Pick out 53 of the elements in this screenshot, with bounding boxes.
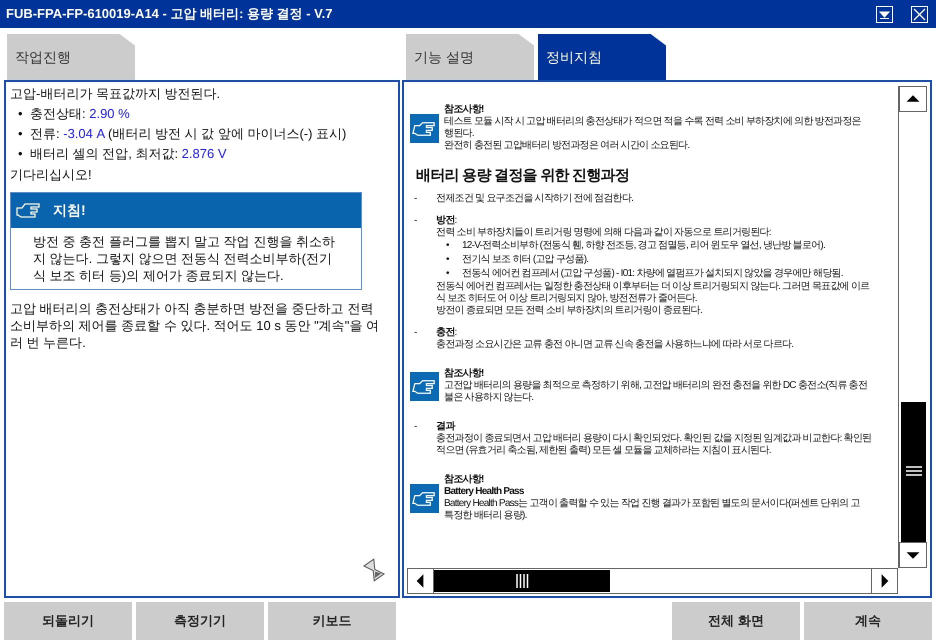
text-line: 완전히 충전된 고압배터리 방전과정은 여러 시간이 소요된다. <box>444 140 690 152</box>
text-line: 충전과정이 종료되면서 고압 배터리 용량이 다시 확인되었다. 확인된 값을 지정된 임계값과 비교한다: 확인된 <box>436 433 872 445</box>
tab[interactable]: 정비지침 <box>538 34 666 80</box>
text-line: 방전: <box>436 215 457 227</box>
section-heading: 배터리 용량 결정을 위한 진행과정 <box>415 170 630 182</box>
text-line: 식 보조 히터도 어 이상 트리거링되지 않아, 방전전류가 줄어든다. <box>436 293 697 305</box>
text-line: 충전: <box>436 327 457 339</box>
text-line: 불은 사용하지 않는다. <box>444 392 534 404</box>
dash-marker: - <box>414 327 418 339</box>
dash-marker: - <box>414 421 418 433</box>
bullet-marker: • <box>18 145 24 163</box>
note-title: 참조사항! <box>444 368 484 380</box>
text-line: 충전과정 소요시간은 교류 충전 아니면 교류 신속 충전을 사용하느냐에 따라 서로 다르다. <box>436 339 794 351</box>
text-line: 전동식 에어컨 컴프레서는 일정한 충전상태 이후부터는 더 이상 트리거링되지 않는다. 그러면 목표값에 이르 <box>436 281 870 293</box>
note-title: 참조사항! <box>444 474 484 486</box>
text-line: Battery Health Pass는 고객이 출력할 수 있는 작업 진행 결과가 포함된 별도의 문서이다(퍼센트 단위의 고 <box>444 498 860 510</box>
text-line: 테스트 모듈 시작 시 고압 배터리의 충전상태가 적으면 적을 수록 전력 소비 부하장치에 의한 방전과정은 <box>444 116 861 128</box>
text-line: 방전이 종료되면 모든 전력 소비 부하장치의 트리거링이 종료된다. <box>436 305 702 317</box>
reading-text: 충전상태: 2.90 % <box>30 105 130 123</box>
bullet-marker: • <box>18 125 24 143</box>
hint-text: 고압 배터리의 충전상태가 아직 충분하면 방전을 중단하고 전력소비부하의 제어를 종료할 수 있다. 적어도 10 s 동안 "계속"을 여러 번 누른다. <box>10 300 380 351</box>
reading-text: 배터리 셀의 전압, 최저값: 2.876 V <box>30 145 226 163</box>
note-subtitle: Battery Health Pass <box>444 486 524 498</box>
dash-marker: - <box>414 215 418 227</box>
text-line: 행된다. <box>444 128 474 140</box>
text-line: 적으면 (유효거리 축소됨, 제한된 출력) 모든 셀 모듈을 교체하라는 지침이 표시된다. <box>436 445 771 457</box>
text-line: 고전압 배터리의 용량을 최적으로 측정하기 위해, 고전압 배터리의 완전 충전을 위한 DC 충전소(직류 충전 <box>444 380 868 392</box>
bullet-marker: • <box>446 254 450 266</box>
bullet-marker: • <box>446 240 450 252</box>
text-line: 전제조건 및 요구조건을 시작하기 전에 점검한다. <box>436 193 634 205</box>
window-title: FUB-FPA-FP-610019-A14 - 고압 배터리: 용량 결정 - V.7 <box>6 5 332 24</box>
footer-button[interactable]: 계속 <box>804 602 932 640</box>
text-line: 전동식 에어컨 컴프레서 (고압 구성품) - I01: 차량에 열펌프가 설치되지 않았을 경우에만 해당됨. <box>462 268 843 280</box>
instruction-text: 방전 중 충전 플러그를 뽑지 말고 작업 진행을 취소하지 않는다. 그렇지 않으면 전동식 전력소비부하(전기식 보조 히터 등)의 제어가 종료되지 않는다. <box>32 233 336 285</box>
footer-button[interactable]: 전체 화면 <box>672 602 800 640</box>
footer-button[interactable]: 키보드 <box>268 602 396 640</box>
footer-button[interactable]: 되돌리기 <box>4 602 132 640</box>
footer-button[interactable]: 측정기기 <box>136 602 264 640</box>
bullet-marker: • <box>446 268 450 280</box>
bullet-marker: • <box>18 105 24 123</box>
tab[interactable]: 작업진행 <box>7 34 135 80</box>
dash-marker: - <box>414 193 418 205</box>
text-line: 12-V-전력소비부하 (전동식 휀, 하향 전조등, 경고 점멸등, 리어 윈도우 열선, 냉난방 블로어). <box>462 240 826 252</box>
text-line: 전기식 보조 히터 (고압 구성품). <box>462 254 588 266</box>
text-line: 결과 <box>436 421 454 433</box>
reading-text: 전류: -3.04 A (배터리 방전 시 값 앞에 마이너스(-) 표시) <box>30 125 346 143</box>
intro-text: 고압-배터리가 목표값까지 방전된다. <box>10 85 220 103</box>
instruction-title: 지침! <box>53 201 86 220</box>
tab[interactable]: 기능 설명 <box>406 34 534 80</box>
wait-text: 기다리십시오! <box>10 166 92 184</box>
text-line: 특정한 배터리 용량). <box>444 510 527 522</box>
text-line: 전력 소비 부하장치들이 트리거링 명령에 의해 다음과 같이 자동으로 트리거링된다: <box>436 227 771 239</box>
note-title: 참조사항! <box>444 104 484 116</box>
